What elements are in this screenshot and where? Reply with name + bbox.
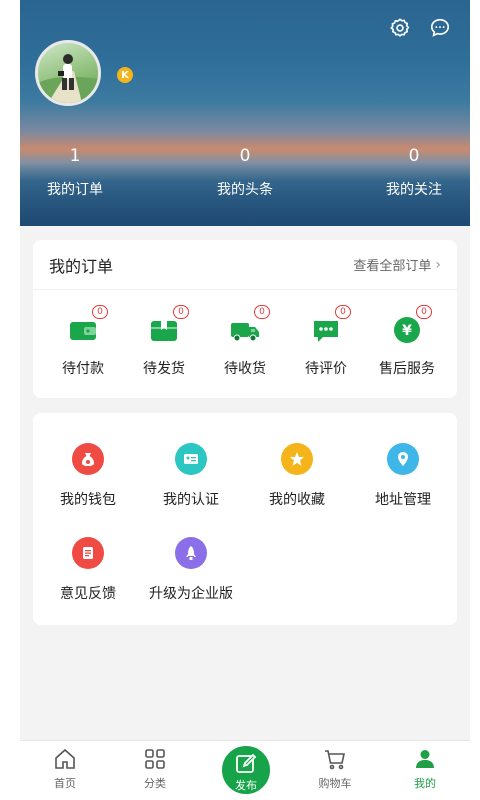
order-status-label: 待评价 xyxy=(305,361,347,377)
service-certification[interactable]: 我的认证 xyxy=(136,443,246,509)
order-status-label: 待收货 xyxy=(224,361,266,377)
order-pending-receipt[interactable]: 0 待收货 xyxy=(207,305,283,378)
location-icon xyxy=(387,443,419,475)
nav-label: 购物车 xyxy=(318,777,352,790)
message-icon[interactable] xyxy=(428,16,452,40)
services-card: 我的钱包 我的认证 我的收藏 地址管理 意见反馈 升级为企业版 xyxy=(33,413,457,625)
service-label: 升级为企业版 xyxy=(149,586,233,602)
stat-following-label: 我的关注 xyxy=(386,182,442,198)
nav-label: 分类 xyxy=(144,777,166,790)
vip-badge: K xyxy=(117,67,133,83)
settings-icon[interactable] xyxy=(388,16,412,40)
service-label: 我的钱包 xyxy=(60,492,116,508)
nav-profile[interactable]: 我的 xyxy=(395,747,455,791)
order-pending-payment[interactable]: 0 待付款 xyxy=(45,305,121,378)
publish-label: 发布 xyxy=(235,779,257,792)
cart-icon xyxy=(323,747,347,771)
service-upgrade-enterprise[interactable]: 升级为企业版 xyxy=(136,537,246,603)
service-label: 意见反馈 xyxy=(60,586,116,602)
home-icon xyxy=(53,747,77,771)
user-icon xyxy=(413,747,437,771)
star-icon xyxy=(281,443,313,475)
order-status-label: 售后服务 xyxy=(379,361,435,377)
avatar[interactable] xyxy=(35,40,101,106)
stat-following-count: 0 xyxy=(408,146,420,166)
nav-cart[interactable]: 购物车 xyxy=(305,747,365,791)
grid-icon xyxy=(143,747,167,771)
nav-label: 我的 xyxy=(414,777,436,790)
stat-headlines-count: 0 xyxy=(239,146,251,166)
truck-icon xyxy=(229,314,261,346)
service-favorites[interactable]: 我的收藏 xyxy=(242,443,352,509)
stat-following[interactable]: 0 我的关注 xyxy=(359,146,469,199)
order-after-sales[interactable]: ¥ 0 售后服务 xyxy=(369,305,445,378)
feedback-icon xyxy=(72,537,104,569)
order-status-label: 待发货 xyxy=(143,361,185,377)
order-status-label: 待付款 xyxy=(62,361,104,377)
order-status-row: 0 待付款 0 待发货 0 待收货 0 待评价 ¥ 0 售后服务 xyxy=(33,290,457,378)
svg-text:¥: ¥ xyxy=(402,323,412,339)
service-address[interactable]: 地址管理 xyxy=(348,443,458,509)
profile-header: K 1 我的订单 0 我的头条 0 我的关注 xyxy=(20,0,470,226)
chevron-right-icon: › xyxy=(435,256,441,273)
order-count-badge: 0 xyxy=(335,305,351,319)
order-pending-shipment[interactable]: 0 待发货 xyxy=(126,305,202,378)
stat-headlines-label: 我的头条 xyxy=(217,182,273,198)
edit-icon xyxy=(234,752,258,776)
service-label: 我的收藏 xyxy=(269,492,325,508)
package-icon xyxy=(148,314,180,346)
id-card-icon xyxy=(175,443,207,475)
view-all-orders-label: 查看全部订单 xyxy=(353,259,432,274)
profile-screen: K 1 我的订单 0 我的头条 0 我的关注 我的订单 查看全部订单 › 0 待… xyxy=(20,0,470,800)
service-wallet[interactable]: 我的钱包 xyxy=(33,443,143,509)
comment-icon xyxy=(310,314,342,346)
service-feedback[interactable]: 意见反馈 xyxy=(33,537,143,603)
publish-button[interactable]: 发布 xyxy=(219,743,273,797)
order-count-badge: 0 xyxy=(92,305,108,319)
order-count-badge: 0 xyxy=(416,305,432,319)
money-bag-icon xyxy=(72,443,104,475)
stat-orders-label: 我的订单 xyxy=(47,182,103,198)
order-pending-review[interactable]: 0 待评价 xyxy=(288,305,364,378)
orders-title: 我的订单 xyxy=(49,256,114,276)
stat-orders[interactable]: 1 我的订单 xyxy=(20,146,130,199)
yuan-icon: ¥ xyxy=(391,314,423,346)
order-count-badge: 0 xyxy=(254,305,270,319)
stat-orders-count: 1 xyxy=(69,146,81,166)
service-label: 地址管理 xyxy=(375,492,431,508)
nav-home[interactable]: 首页 xyxy=(35,747,95,791)
nav-category[interactable]: 分类 xyxy=(125,747,185,791)
wallet-icon xyxy=(67,314,99,346)
rocket-icon xyxy=(175,537,207,569)
service-label: 我的认证 xyxy=(163,492,219,508)
view-all-orders-link[interactable]: 查看全部订单 › xyxy=(353,255,441,275)
orders-header: 我的订单 查看全部订单 › xyxy=(33,240,457,290)
nav-label: 首页 xyxy=(54,777,76,790)
orders-card: 我的订单 查看全部订单 › 0 待付款 0 待发货 0 待收货 0 待评价 ¥ … xyxy=(33,240,457,398)
stat-headlines[interactable]: 0 我的头条 xyxy=(190,146,300,199)
order-count-badge: 0 xyxy=(173,305,189,319)
